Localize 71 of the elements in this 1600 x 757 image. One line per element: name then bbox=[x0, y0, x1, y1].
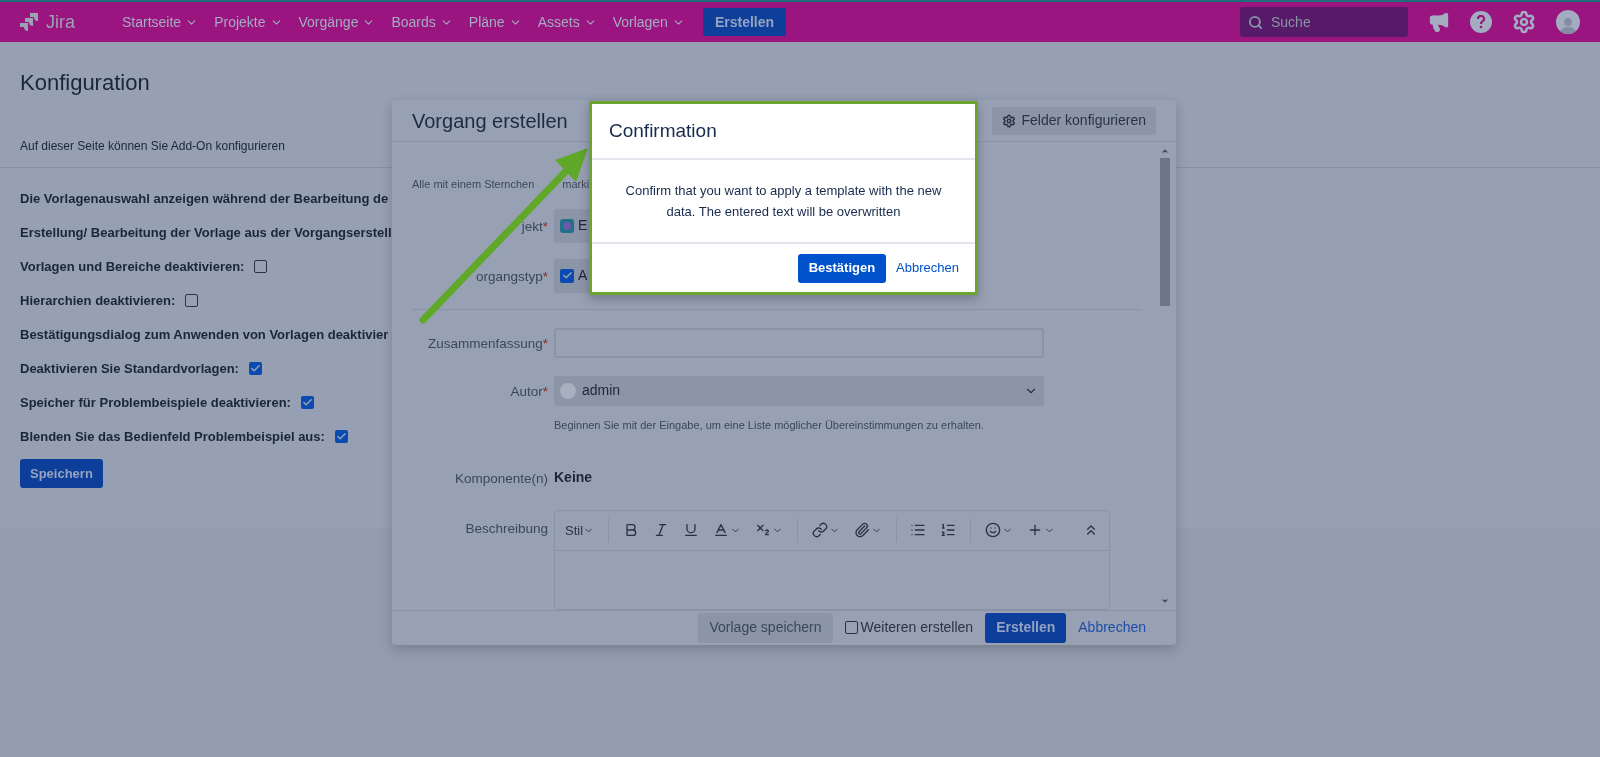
cancel-link[interactable]: Abbrechen bbox=[896, 258, 959, 278]
field-label: jekt* bbox=[521, 218, 548, 234]
setting-label: Erstellung/ Bearbeitung der Vorlage aus der Vorgangserstell bbox=[20, 223, 392, 242]
checkbox[interactable] bbox=[844, 621, 858, 635]
required-note: Alle mit einem Sternchen bbox=[412, 177, 535, 193]
author-select[interactable]: admin bbox=[554, 375, 1044, 406]
field-value: Keine bbox=[554, 468, 593, 488]
settings-icon bbox=[1002, 113, 1017, 128]
project-icon bbox=[560, 218, 574, 233]
dialog-title: Vorgang erstellen bbox=[412, 108, 568, 134]
settings-icon[interactable] bbox=[1512, 10, 1536, 34]
nav-menu[interactable]: Vorlagen bbox=[604, 7, 693, 37]
nav-menu[interactable]: Startseite bbox=[114, 7, 207, 37]
search-field[interactable]: Suche bbox=[1240, 7, 1408, 37]
checkbox-icon bbox=[560, 268, 574, 283]
nav-menu[interactable]: Pläne bbox=[460, 7, 530, 37]
save-template-button[interactable]: Vorlage speichern bbox=[698, 612, 833, 643]
configure-fields-button[interactable]: Felder konfigurieren bbox=[992, 106, 1156, 135]
page-description: Auf dieser Seite können Sie Add-On konfigurieren bbox=[20, 138, 285, 155]
description-editor[interactable]: Stil bbox=[554, 509, 1110, 610]
link-icon[interactable] bbox=[811, 522, 828, 539]
hint-text: Beginnen Sie mit der Eingabe, um eine Liste möglicher Übereinstimmungen zu erhalten. bbox=[554, 418, 984, 431]
checkbox[interactable] bbox=[300, 396, 314, 409]
field-label: Zusammenfassung* bbox=[427, 335, 548, 351]
text-color-icon[interactable] bbox=[712, 522, 729, 539]
avatar-icon[interactable] bbox=[1556, 10, 1580, 34]
search-input[interactable]: Suche bbox=[1271, 11, 1391, 33]
logo-icon bbox=[20, 12, 40, 32]
scrollbar[interactable] bbox=[1158, 146, 1172, 606]
nav-menu[interactable]: Projekte bbox=[206, 7, 291, 37]
avatar-icon bbox=[560, 382, 576, 399]
search-icon bbox=[1248, 14, 1263, 30]
megaphone-icon[interactable] bbox=[1428, 11, 1450, 33]
nav-menu[interactable]: Assets bbox=[529, 7, 605, 37]
checkbox[interactable] bbox=[334, 430, 348, 443]
checkbox[interactable] bbox=[254, 260, 268, 273]
setting-label: Blenden Sie das Bedienfeld Problembeispiel aus: bbox=[20, 427, 325, 446]
field-label: organgstyp* bbox=[475, 268, 548, 284]
setting-label: Die Vorlagenauswahl anzeigen während der Bearbeitung de bbox=[20, 189, 389, 208]
setting-label: Vorlagen und Bereiche deaktivieren: bbox=[20, 257, 245, 276]
nav-menu[interactable]: Vorgänge bbox=[290, 7, 384, 37]
nav-menu[interactable]: Boards bbox=[383, 7, 461, 37]
setting-label: Deaktivieren Sie Standardvorlagen: bbox=[20, 359, 239, 378]
scrollbar-thumb[interactable] bbox=[1160, 158, 1170, 307]
select-field[interactable]: A bbox=[554, 258, 590, 293]
checkbox[interactable] bbox=[185, 294, 199, 307]
select-field[interactable]: E bbox=[554, 208, 590, 243]
create-button[interactable]: Erstellen bbox=[985, 612, 1067, 643]
confirmation-message: Confirm that you want to apply a template with the new data. The entered text will be overwritten bbox=[624, 182, 943, 221]
save-button[interactable]: Speichern bbox=[20, 459, 103, 488]
numbered-list-icon[interactable] bbox=[940, 522, 957, 539]
page-title: Konfiguration bbox=[20, 69, 151, 97]
field-label: Komponente(n) bbox=[454, 470, 548, 486]
setting-label: Speicher für Problembeispiele deaktivieren: bbox=[20, 393, 291, 412]
setting-label: Bestätigungsdialog zum Anwenden von Vorlagen deaktivier bbox=[20, 325, 389, 344]
underline-icon[interactable] bbox=[682, 522, 699, 539]
cancel-link[interactable]: Abbrechen bbox=[1078, 617, 1146, 639]
create-button[interactable]: Erstellen bbox=[702, 8, 787, 36]
field-label: Beschreibung bbox=[465, 520, 548, 536]
required-note: marki bbox=[562, 177, 590, 193]
logo-text[interactable]: Jira bbox=[46, 8, 75, 36]
checkbox[interactable] bbox=[248, 362, 262, 375]
setting-label: Hierarchien deaktivieren: bbox=[20, 291, 176, 310]
checkbox-label[interactable]: Weiteren erstellen bbox=[860, 617, 974, 639]
confirmation-title: Confirmation bbox=[609, 118, 717, 143]
attachment-icon[interactable] bbox=[853, 522, 870, 539]
field-label: Autor* bbox=[510, 383, 548, 399]
confirm-button[interactable]: Bestätigen bbox=[797, 253, 887, 283]
style-menu[interactable]: Stil bbox=[565, 520, 595, 540]
emoji-icon[interactable] bbox=[985, 522, 1001, 539]
help-icon[interactable] bbox=[1470, 11, 1492, 33]
